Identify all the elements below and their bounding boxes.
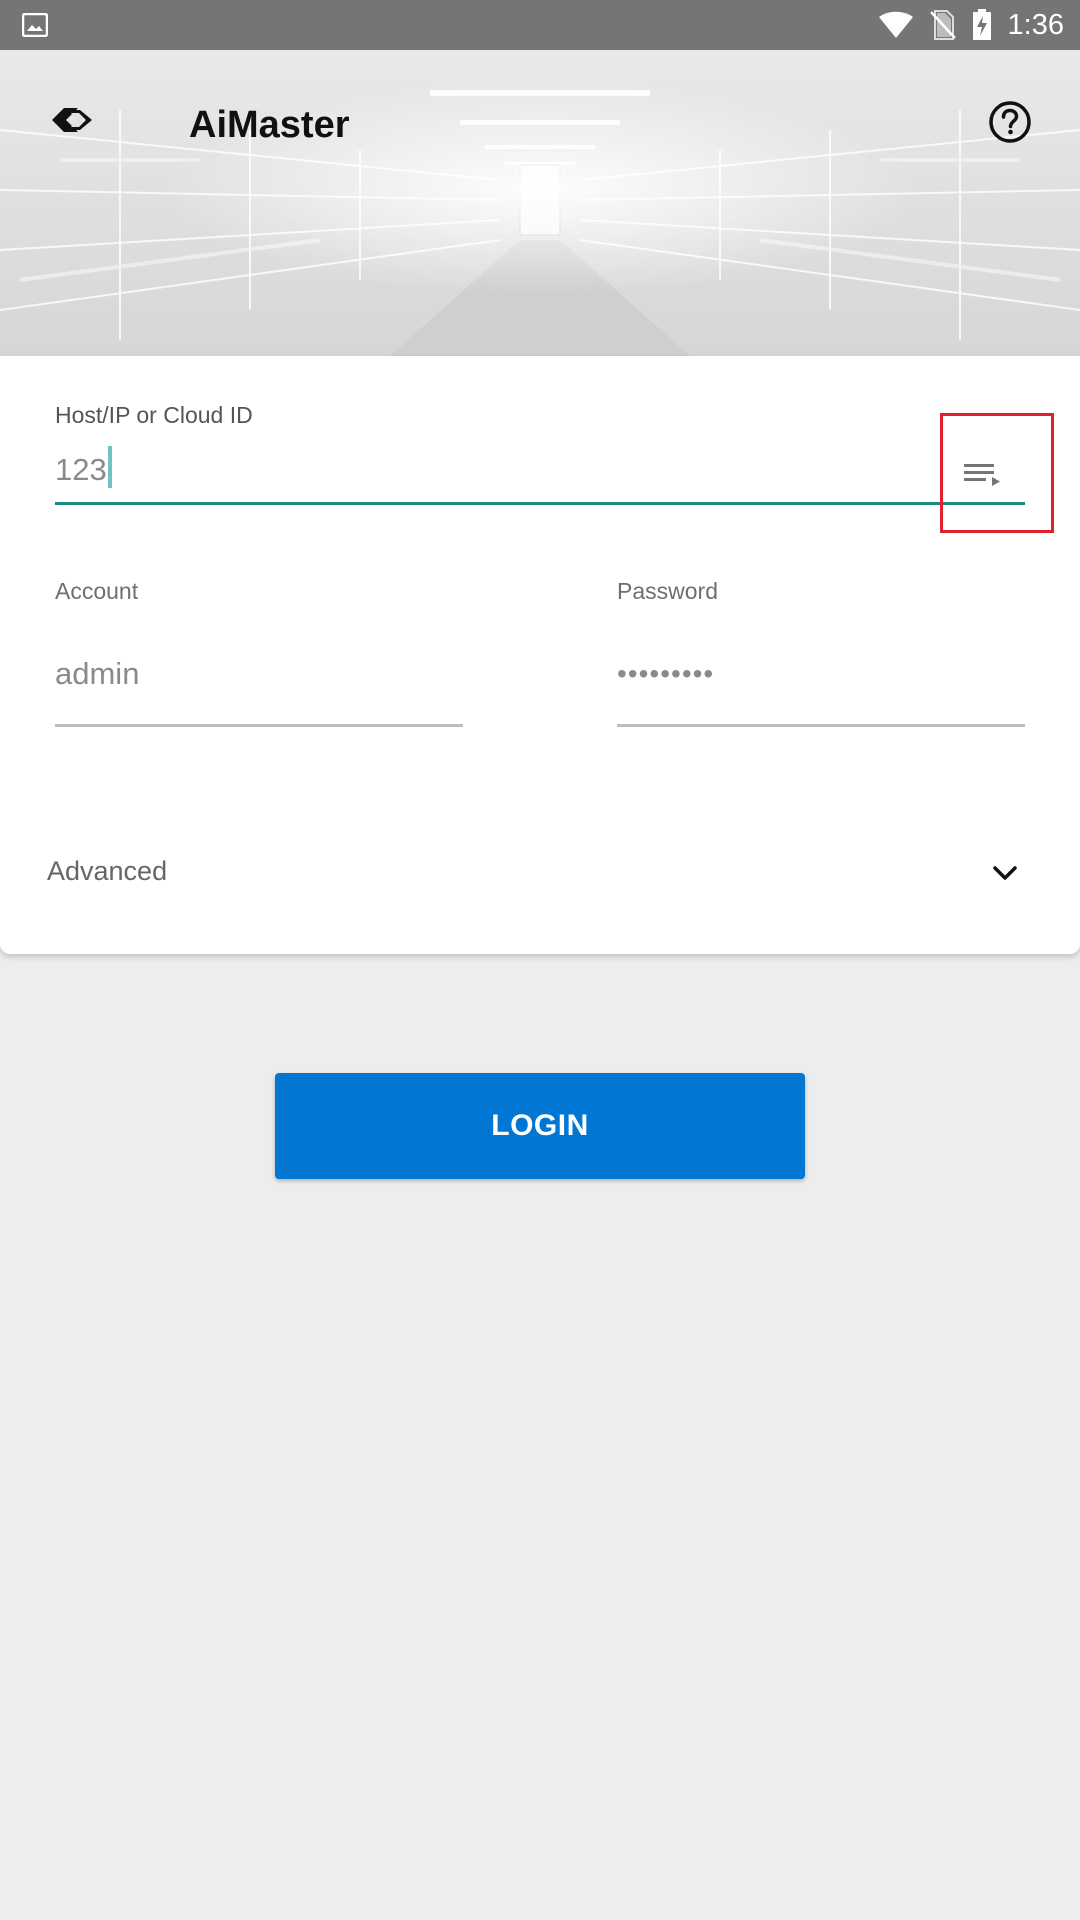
advanced-toggle[interactable]: Advanced (0, 826, 1080, 926)
app-title: AiMaster (189, 104, 350, 146)
host-input[interactable] (55, 442, 955, 498)
host-field-label: Host/IP or Cloud ID (55, 402, 253, 428)
history-list-icon[interactable] (958, 456, 1006, 496)
app-logo-icon (52, 108, 92, 132)
host-field-underline (55, 502, 1025, 505)
server-room-background (0, 50, 1080, 356)
status-bar: 1:36 (0, 0, 1080, 50)
status-time: 1:36 (1007, 8, 1064, 41)
help-icon[interactable] (988, 100, 1032, 144)
header-banner: AiMaster (0, 50, 1080, 356)
login-button[interactable]: LOGIN (275, 1073, 805, 1179)
wifi-icon (878, 11, 913, 38)
account-input[interactable] (55, 646, 463, 702)
password-input[interactable] (617, 646, 1025, 702)
password-field-label: Password (617, 578, 718, 604)
text-cursor (108, 446, 112, 488)
password-field-underline (617, 724, 1025, 727)
advanced-label: Advanced (47, 856, 168, 886)
gallery-icon (22, 13, 48, 37)
account-field-label: Account (55, 578, 139, 604)
account-field-underline (55, 724, 463, 727)
login-form-card: Host/IP or Cloud ID Account Password Adv… (0, 356, 1080, 954)
no-sim-icon (929, 10, 956, 40)
chevron-down-icon (993, 866, 1017, 880)
battery-charging-icon (972, 9, 991, 40)
